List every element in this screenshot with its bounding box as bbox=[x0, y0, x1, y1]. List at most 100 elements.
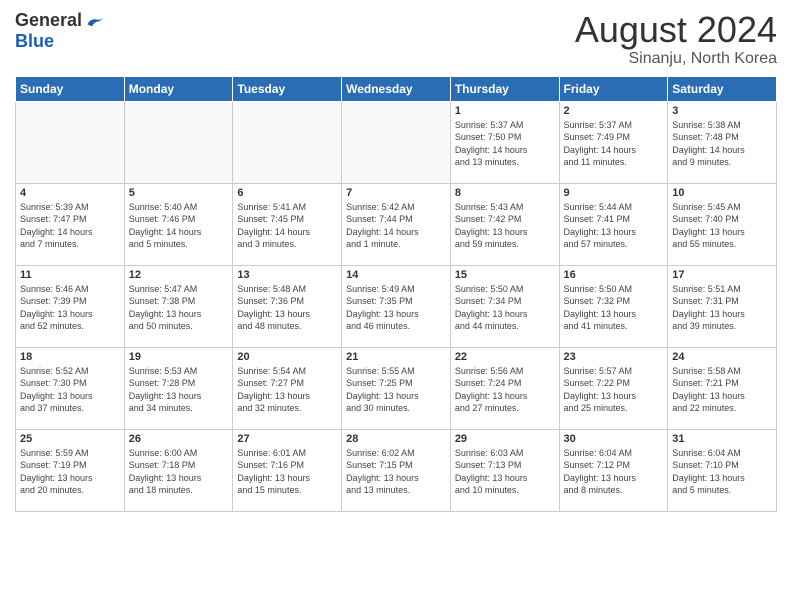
table-row: 19 Sunrise: 5:53 AMSunset: 7:28 PMDayligh… bbox=[124, 347, 233, 429]
day-number: 3 bbox=[672, 105, 772, 117]
day-number: 26 bbox=[129, 433, 229, 445]
day-info: Sunrise: 5:58 AMSunset: 7:21 PMDaylight:… bbox=[672, 365, 772, 415]
main-container: General Blue August 2024 Sinanju, North … bbox=[0, 0, 792, 522]
day-number: 4 bbox=[20, 187, 120, 199]
day-number: 30 bbox=[564, 433, 664, 445]
day-number: 25 bbox=[20, 433, 120, 445]
day-number: 20 bbox=[237, 351, 337, 363]
day-info: Sunrise: 5:52 AMSunset: 7:30 PMDaylight:… bbox=[20, 365, 120, 415]
table-row: 2Sunrise: 5:37 AMSunset: 7:49 PMDaylight… bbox=[559, 101, 668, 183]
day-number: 7 bbox=[346, 187, 446, 199]
table-row: 16 Sunrise: 5:50 AMSunset: 7:32 PMDayligh… bbox=[559, 265, 668, 347]
title-area: August 2024 Sinanju, North Korea bbox=[575, 10, 777, 68]
col-monday: Monday bbox=[124, 76, 233, 101]
table-row: 23 Sunrise: 5:57 AMSunset: 7:22 PMDayligh… bbox=[559, 347, 668, 429]
day-number: 16 bbox=[564, 269, 664, 281]
day-number: 13 bbox=[237, 269, 337, 281]
table-row: 5Sunrise: 5:40 AMSunset: 7:46 PMDaylight… bbox=[124, 183, 233, 265]
day-info: Sunrise: 5:44 AMSunset: 7:41 PMDaylight:… bbox=[564, 201, 664, 251]
calendar-week-row: 18 Sunrise: 5:52 AMSunset: 7:30 PMDayligh… bbox=[16, 347, 777, 429]
day-info: Sunrise: 5:59 AMSunset: 7:19 PMDaylight:… bbox=[20, 447, 120, 497]
table-row: 14Sunrise: 5:49 AMSunset: 7:35 PMDayligh… bbox=[342, 265, 451, 347]
day-info: Sunrise: 5:38 AMSunset: 7:48 PMDaylight:… bbox=[672, 119, 772, 169]
day-info: Sunrise: 5:53 AMSunset: 7:28 PMDaylight:… bbox=[129, 365, 229, 415]
day-number: 12 bbox=[129, 269, 229, 281]
calendar-week-row: 11Sunrise: 5:46 AMSunset: 7:39 PMDayligh… bbox=[16, 265, 777, 347]
day-info: Sunrise: 5:57 AMSunset: 7:22 PMDaylight:… bbox=[564, 365, 664, 415]
day-info: Sunrise: 5:51 AMSunset: 7:31 PMDaylight:… bbox=[672, 283, 772, 333]
day-number: 21 bbox=[346, 351, 446, 363]
calendar-header-row: Sunday Monday Tuesday Wednesday Thursday… bbox=[16, 76, 777, 101]
day-number: 15 bbox=[455, 269, 555, 281]
table-row: 21Sunrise: 5:55 AMSunset: 7:25 PMDayligh… bbox=[342, 347, 451, 429]
col-wednesday: Wednesday bbox=[342, 76, 451, 101]
calendar-table: Sunday Monday Tuesday Wednesday Thursday… bbox=[15, 76, 777, 512]
day-info: Sunrise: 5:48 AMSunset: 7:36 PMDaylight:… bbox=[237, 283, 337, 333]
table-row: 24Sunrise: 5:58 AMSunset: 7:21 PMDayligh… bbox=[668, 347, 777, 429]
day-number: 23 bbox=[564, 351, 664, 363]
col-sunday: Sunday bbox=[16, 76, 125, 101]
day-info: Sunrise: 6:04 AMSunset: 7:10 PMDaylight:… bbox=[672, 447, 772, 497]
day-info: Sunrise: 5:37 AMSunset: 7:50 PMDaylight:… bbox=[455, 119, 555, 169]
table-row: 22 Sunrise: 5:56 AMSunset: 7:24 PMDayligh… bbox=[450, 347, 559, 429]
table-row bbox=[124, 101, 233, 183]
day-number: 29 bbox=[455, 433, 555, 445]
table-row: 25 Sunrise: 5:59 AMSunset: 7:19 PMDayligh… bbox=[16, 429, 125, 511]
day-number: 28 bbox=[346, 433, 446, 445]
table-row: 1 Sunrise: 5:37 AMSunset: 7:50 PMDaylight… bbox=[450, 101, 559, 183]
day-info: Sunrise: 6:01 AMSunset: 7:16 PMDaylight:… bbox=[237, 447, 337, 497]
day-number: 11 bbox=[20, 269, 120, 281]
day-number: 10 bbox=[672, 187, 772, 199]
day-info: Sunrise: 5:50 AMSunset: 7:34 PMDaylight:… bbox=[455, 283, 555, 333]
day-number: 14 bbox=[346, 269, 446, 281]
day-info: Sunrise: 5:50 AMSunset: 7:32 PMDaylight:… bbox=[564, 283, 664, 333]
table-row: 17 Sunrise: 5:51 AMSunset: 7:31 PMDayligh… bbox=[668, 265, 777, 347]
day-number: 22 bbox=[455, 351, 555, 363]
day-info: Sunrise: 6:00 AMSunset: 7:18 PMDaylight:… bbox=[129, 447, 229, 497]
table-row bbox=[233, 101, 342, 183]
table-row: 12 Sunrise: 5:47 AMSunset: 7:38 PMDayligh… bbox=[124, 265, 233, 347]
table-row: 27Sunrise: 6:01 AMSunset: 7:16 PMDayligh… bbox=[233, 429, 342, 511]
logo-general-text: General bbox=[15, 10, 82, 31]
day-number: 9 bbox=[564, 187, 664, 199]
col-tuesday: Tuesday bbox=[233, 76, 342, 101]
table-row bbox=[342, 101, 451, 183]
day-info: Sunrise: 6:04 AMSunset: 7:12 PMDaylight:… bbox=[564, 447, 664, 497]
day-number: 2 bbox=[564, 105, 664, 117]
day-number: 17 bbox=[672, 269, 772, 281]
page-title: August 2024 bbox=[575, 10, 777, 50]
calendar-week-row: 25 Sunrise: 5:59 AMSunset: 7:19 PMDayligh… bbox=[16, 429, 777, 511]
day-number: 19 bbox=[129, 351, 229, 363]
day-info: Sunrise: 6:02 AMSunset: 7:15 PMDaylight:… bbox=[346, 447, 446, 497]
logo-bird-icon bbox=[84, 11, 104, 31]
day-info: Sunrise: 5:47 AMSunset: 7:38 PMDaylight:… bbox=[129, 283, 229, 333]
table-row: 29Sunrise: 6:03 AMSunset: 7:13 PMDayligh… bbox=[450, 429, 559, 511]
calendar-week-row: 4 Sunrise: 5:39 AMSunset: 7:47 PMDaylight… bbox=[16, 183, 777, 265]
day-number: 6 bbox=[237, 187, 337, 199]
col-friday: Friday bbox=[559, 76, 668, 101]
col-saturday: Saturday bbox=[668, 76, 777, 101]
table-row: 10Sunrise: 5:45 AMSunset: 7:40 PMDayligh… bbox=[668, 183, 777, 265]
day-number: 1 bbox=[455, 105, 555, 117]
day-info: Sunrise: 5:54 AMSunset: 7:27 PMDaylight:… bbox=[237, 365, 337, 415]
table-row: 26 Sunrise: 6:00 AMSunset: 7:18 PMDayligh… bbox=[124, 429, 233, 511]
table-row: 31 Sunrise: 6:04 AMSunset: 7:10 PMDayligh… bbox=[668, 429, 777, 511]
day-number: 31 bbox=[672, 433, 772, 445]
table-row: 7Sunrise: 5:42 AMSunset: 7:44 PMDaylight… bbox=[342, 183, 451, 265]
day-info: Sunrise: 5:43 AMSunset: 7:42 PMDaylight:… bbox=[455, 201, 555, 251]
day-info: Sunrise: 5:39 AMSunset: 7:47 PMDaylight:… bbox=[20, 201, 120, 251]
table-row: 15 Sunrise: 5:50 AMSunset: 7:34 PMDayligh… bbox=[450, 265, 559, 347]
table-row: 13 Sunrise: 5:48 AMSunset: 7:36 PMDayligh… bbox=[233, 265, 342, 347]
day-number: 18 bbox=[20, 351, 120, 363]
logo: General Blue bbox=[15, 10, 104, 52]
table-row: 9 Sunrise: 5:44 AMSunset: 7:41 PMDaylight… bbox=[559, 183, 668, 265]
day-info: Sunrise: 5:56 AMSunset: 7:24 PMDaylight:… bbox=[455, 365, 555, 415]
table-row bbox=[16, 101, 125, 183]
page-subtitle: Sinanju, North Korea bbox=[575, 50, 777, 68]
header: General Blue August 2024 Sinanju, North … bbox=[15, 10, 777, 68]
table-row: 4 Sunrise: 5:39 AMSunset: 7:47 PMDaylight… bbox=[16, 183, 125, 265]
table-row: 11Sunrise: 5:46 AMSunset: 7:39 PMDayligh… bbox=[16, 265, 125, 347]
day-number: 8 bbox=[455, 187, 555, 199]
col-thursday: Thursday bbox=[450, 76, 559, 101]
day-info: Sunrise: 5:40 AMSunset: 7:46 PMDaylight:… bbox=[129, 201, 229, 251]
